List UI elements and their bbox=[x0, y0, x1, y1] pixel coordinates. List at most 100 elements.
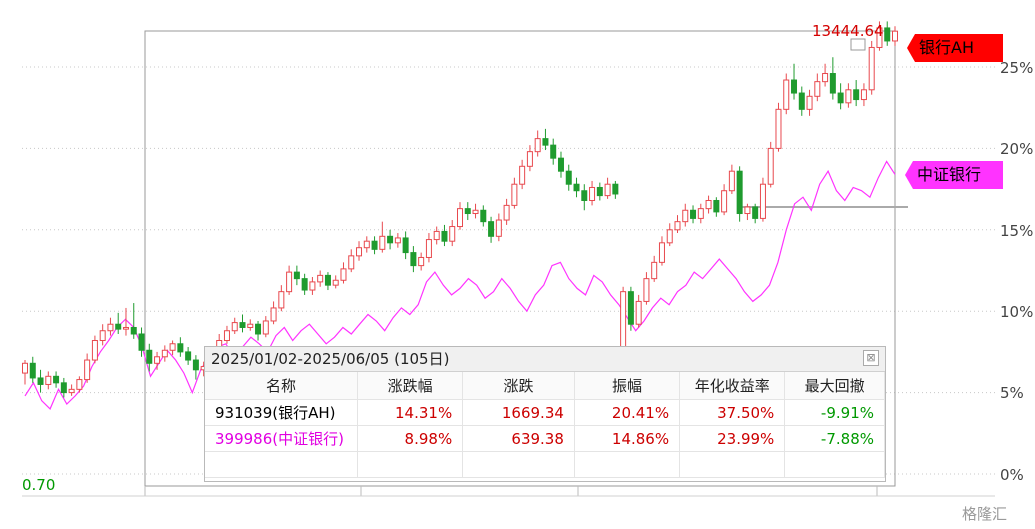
candle-body-70 bbox=[565, 170, 572, 185]
candle-body-81 bbox=[651, 261, 658, 280]
candle-body-104 bbox=[829, 73, 836, 94]
candle-body-21 bbox=[185, 351, 192, 361]
candle-body-33 bbox=[278, 291, 285, 309]
min-value-label: 0.70 bbox=[22, 476, 56, 494]
candle-body-60 bbox=[488, 221, 495, 237]
candle-body-17 bbox=[154, 356, 161, 364]
candle-body-59 bbox=[480, 209, 487, 223]
watermark-logo: 格隆汇 bbox=[962, 505, 1008, 523]
candle-body-8 bbox=[84, 359, 91, 381]
candle-body-28 bbox=[239, 322, 246, 328]
candle-body-50 bbox=[410, 252, 417, 267]
col-max-drawdown: 最大回撤 bbox=[784, 372, 885, 400]
candle-body-36 bbox=[301, 278, 308, 291]
candle-body-10 bbox=[99, 330, 106, 342]
candle-body-49 bbox=[402, 237, 409, 254]
candle-body-91 bbox=[728, 170, 735, 192]
candle-body-92 bbox=[736, 170, 743, 215]
candle-body-73 bbox=[589, 186, 596, 201]
candle-body-96 bbox=[767, 147, 774, 185]
candle-body-69 bbox=[557, 157, 564, 172]
candle-body-105 bbox=[837, 92, 844, 104]
col-name: 名称 bbox=[205, 372, 358, 400]
candle-body-112 bbox=[892, 30, 898, 42]
candle-body-3 bbox=[45, 375, 52, 385]
candle-body-76 bbox=[612, 183, 619, 195]
candle-body-43 bbox=[356, 247, 363, 257]
row-annualized: 37.50% bbox=[679, 399, 786, 426]
candle-body-44 bbox=[363, 240, 370, 249]
table-row[interactable]: 931039(银行AH) 14.31% 1669.34 20.41% 37.50… bbox=[205, 399, 885, 426]
candle-body-57 bbox=[464, 208, 471, 215]
candle-body-86 bbox=[690, 209, 697, 219]
series-label-csi-bank: 中证银行 bbox=[905, 161, 1003, 189]
candle-body-100 bbox=[798, 92, 805, 110]
candle-body-47 bbox=[387, 235, 394, 244]
table-row[interactable]: 399986(中证银行) 8.98% 639.38 14.86% 23.99% … bbox=[205, 425, 885, 452]
candle-body-98 bbox=[783, 79, 790, 110]
y-tick-25: 25% bbox=[1000, 59, 1034, 77]
candle-body-1 bbox=[29, 362, 36, 379]
candle-body-64 bbox=[519, 165, 526, 185]
col-annualized: 年化收益率 bbox=[679, 372, 786, 400]
candle-body-29 bbox=[247, 323, 254, 328]
table-row-empty bbox=[205, 451, 885, 478]
close-icon[interactable]: ⊠ bbox=[863, 350, 879, 366]
interval-stats-panel: 2025/01/02-2025/06/05 (105日) ⊠ 名称 涨跌幅 涨跌… bbox=[204, 346, 886, 482]
candle-body-2 bbox=[37, 377, 44, 385]
col-amplitude: 振幅 bbox=[574, 372, 681, 400]
candle-body-46 bbox=[379, 235, 386, 250]
col-change-pct: 涨跌幅 bbox=[357, 372, 464, 400]
candle-body-30 bbox=[255, 323, 262, 335]
candle-body-15 bbox=[138, 333, 145, 351]
candle-body-20 bbox=[177, 343, 184, 353]
row-change: 639.38 bbox=[462, 425, 575, 452]
candle-body-16 bbox=[146, 349, 153, 364]
candle-body-32 bbox=[270, 307, 277, 322]
candle-body-88 bbox=[705, 199, 712, 210]
candle-body-56 bbox=[457, 208, 463, 228]
peak-value-label: 13444.64 bbox=[812, 22, 884, 40]
candle-body-9 bbox=[91, 340, 98, 361]
candle-body-61 bbox=[495, 219, 502, 237]
y-tick-20: 20% bbox=[1000, 140, 1034, 158]
candle-body-85 bbox=[682, 209, 689, 223]
candle-body-19 bbox=[169, 343, 176, 351]
candle-body-52 bbox=[425, 239, 432, 258]
candle-body-67 bbox=[542, 138, 549, 146]
candle-body-83 bbox=[666, 229, 673, 244]
candle-body-111 bbox=[884, 27, 891, 42]
series-label-bank-ah: 银行AH bbox=[907, 34, 1003, 62]
candle-body-109 bbox=[868, 46, 875, 91]
candle-body-71 bbox=[573, 183, 580, 192]
table-header-row: 名称 涨跌幅 涨跌 振幅 年化收益率 最大回撤 bbox=[205, 372, 885, 400]
candle-body-54 bbox=[441, 230, 448, 242]
candle-body-41 bbox=[340, 268, 347, 281]
y-tick-0: 0% bbox=[1000, 466, 1024, 484]
candle-body-38 bbox=[317, 274, 324, 283]
candle-body-99 bbox=[791, 79, 798, 94]
candle-body-95 bbox=[759, 183, 766, 219]
candle-body-6 bbox=[68, 388, 75, 394]
stats-table: 名称 涨跌幅 涨跌 振幅 年化收益率 最大回撤 931039(银行AH) 14.… bbox=[205, 372, 885, 478]
row-max-drawdown: -7.88% bbox=[784, 425, 885, 452]
candle-body-42 bbox=[348, 255, 355, 270]
candle-body-108 bbox=[860, 89, 867, 101]
y-tick-10: 10% bbox=[1000, 303, 1034, 321]
candle-body-7 bbox=[76, 379, 83, 390]
row-name: 399986(中证银行) bbox=[205, 425, 358, 452]
candle-body-13 bbox=[122, 326, 129, 330]
candle-body-66 bbox=[534, 138, 541, 153]
candle-body-58 bbox=[472, 209, 479, 215]
candle-body-31 bbox=[262, 320, 269, 335]
row-change-pct: 8.98% bbox=[357, 425, 464, 452]
col-change: 涨跌 bbox=[462, 372, 575, 400]
row-annualized: 23.99% bbox=[679, 425, 786, 452]
candle-body-107 bbox=[853, 89, 860, 101]
candle-body-11 bbox=[107, 323, 114, 332]
candle-body-26 bbox=[223, 330, 230, 342]
row-max-drawdown: -9.91% bbox=[784, 399, 885, 426]
candle-body-14 bbox=[130, 326, 137, 335]
candle-body-53 bbox=[433, 230, 440, 241]
candle-body-72 bbox=[581, 190, 588, 201]
